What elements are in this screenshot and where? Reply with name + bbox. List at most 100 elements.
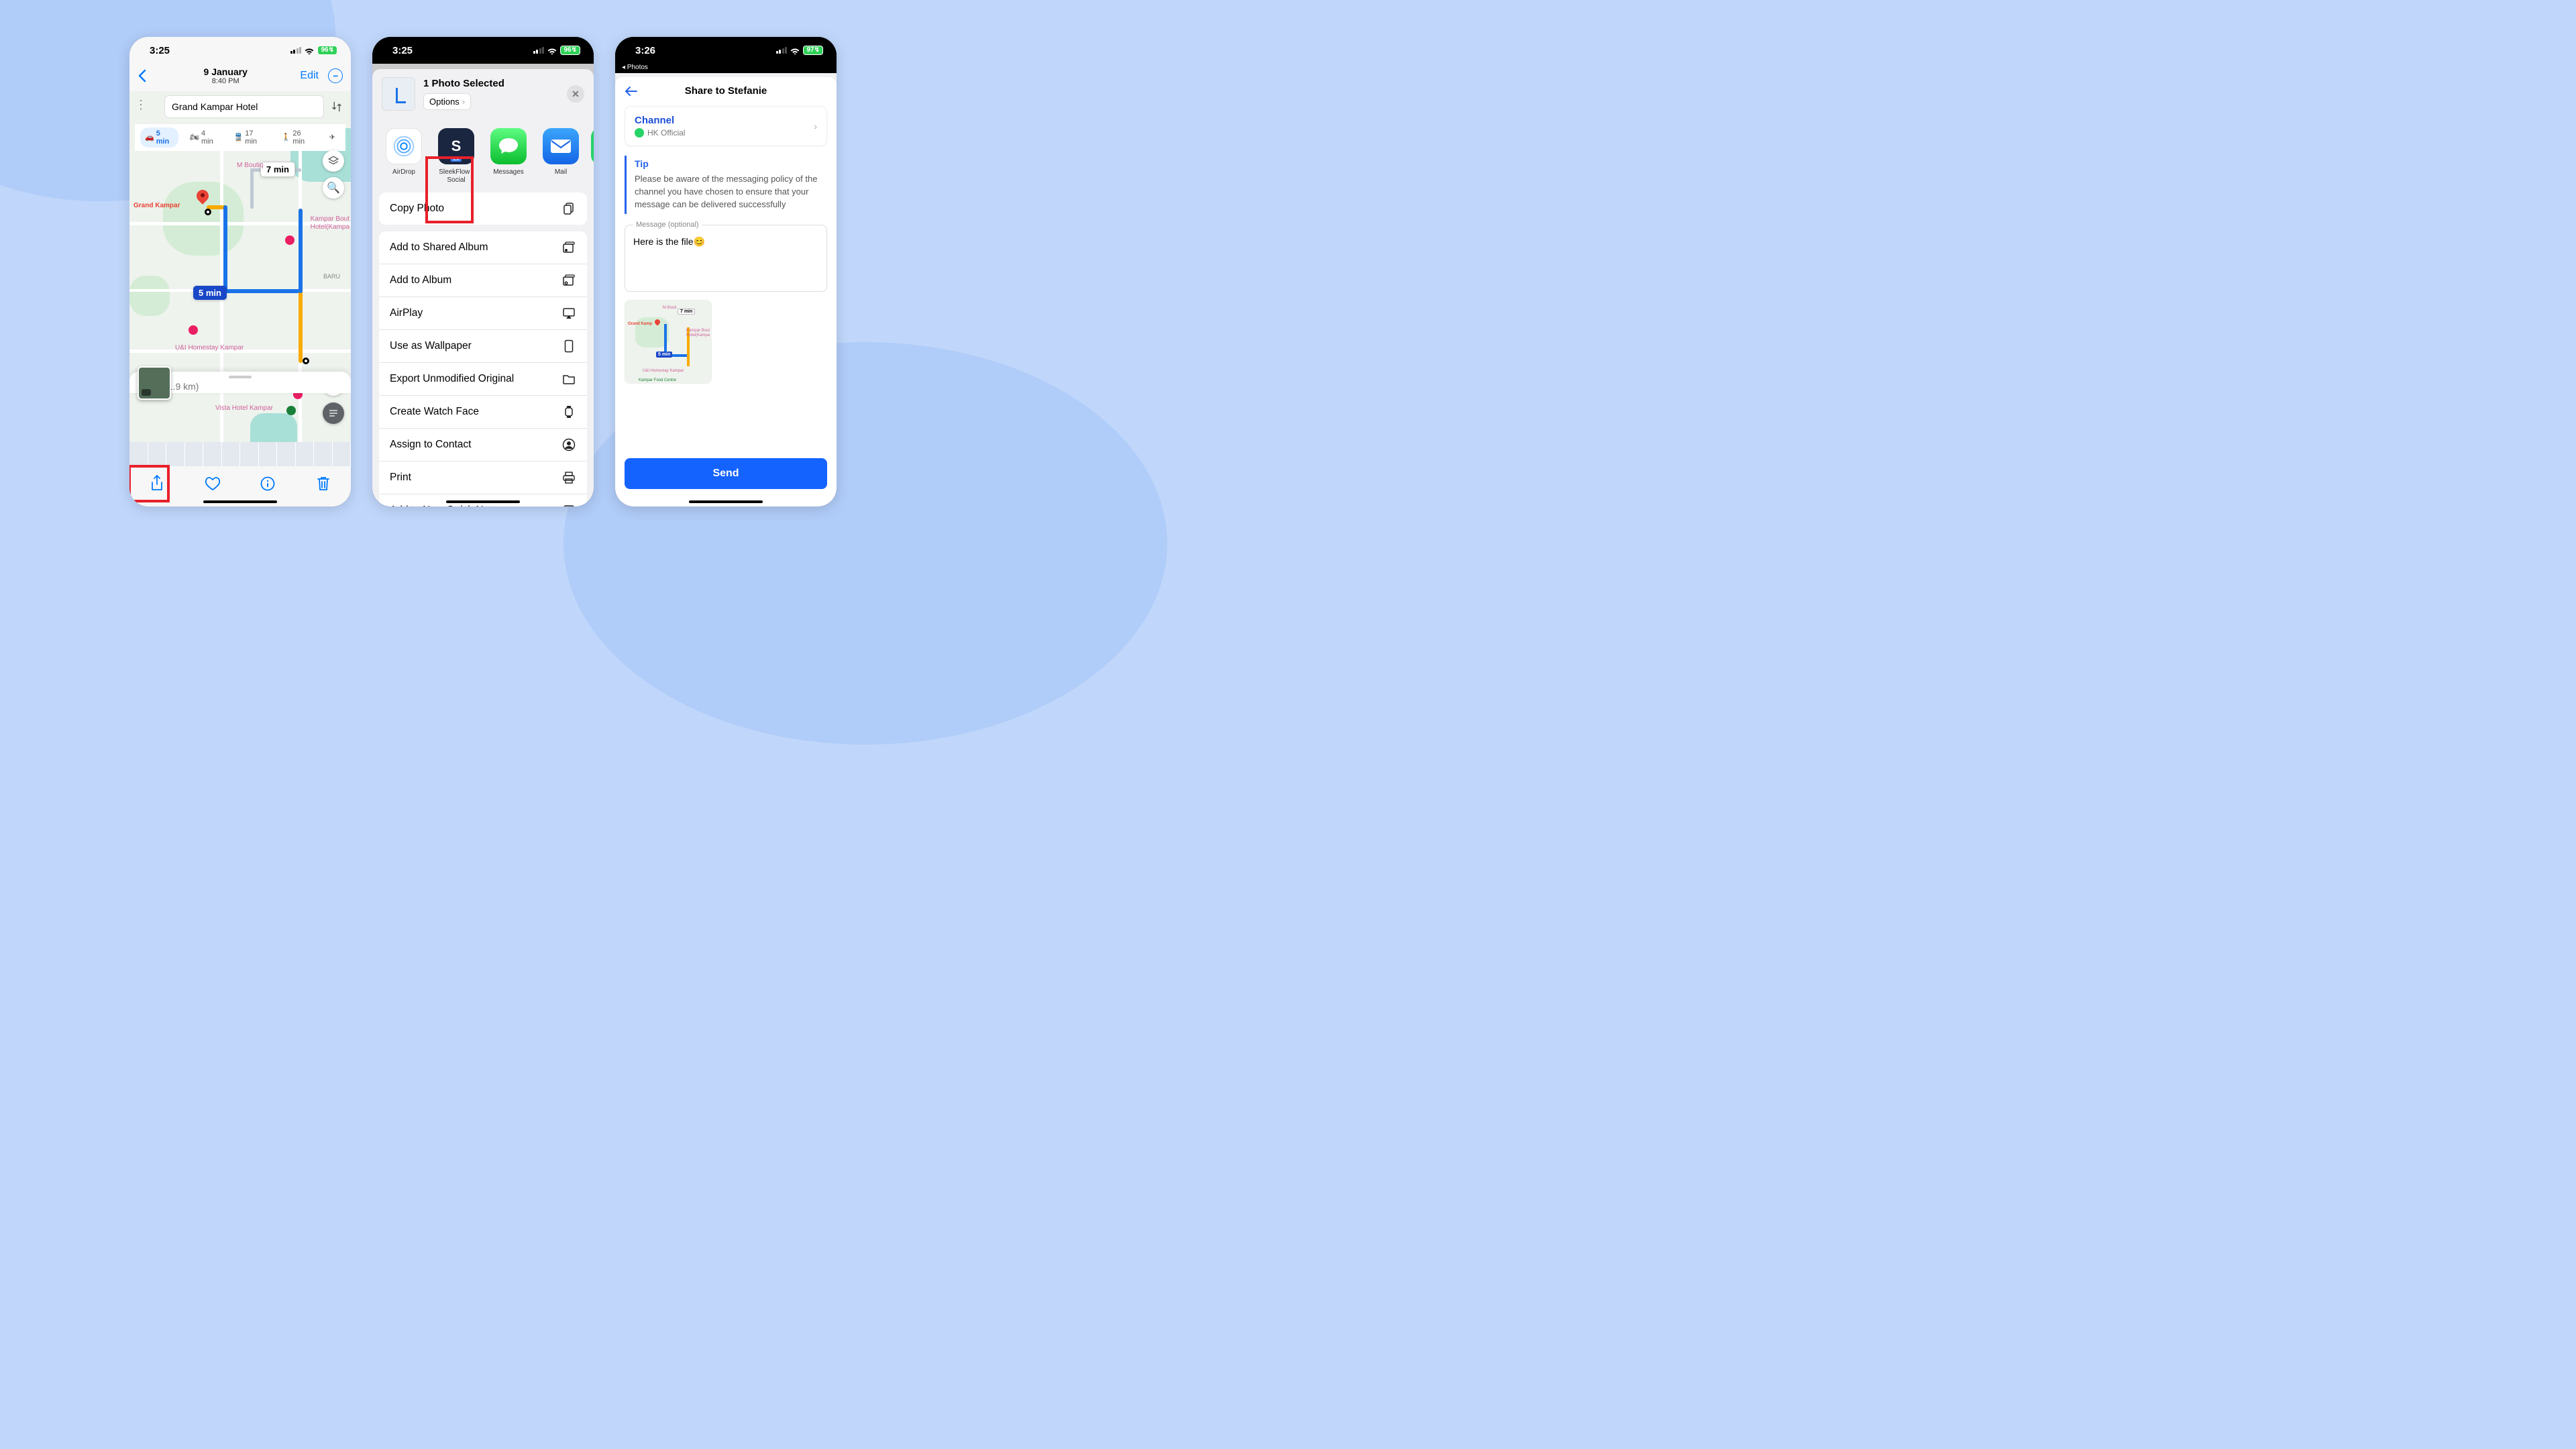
poi-dest: Grand Kampar <box>133 202 180 209</box>
action-print[interactable]: Print <box>379 462 587 494</box>
mail-icon <box>543 128 579 164</box>
home-indicator[interactable] <box>689 500 763 503</box>
message-input[interactable]: Message (optional) Here is the file😊 <box>625 225 827 292</box>
close-button[interactable]: ✕ <box>567 85 584 103</box>
share-options-button[interactable]: Options › <box>423 93 471 110</box>
share-title: 1 Photo Selected <box>423 78 559 89</box>
delete-button[interactable] <box>309 469 338 498</box>
travel-mode-row: 🚗 5 min 🏍 4 min 🚆 17 min 🚶 26 min ✈ <box>135 123 345 151</box>
poi-pin-icon <box>189 325 198 335</box>
wallpaper-icon <box>561 339 576 354</box>
info-button[interactable] <box>253 469 282 498</box>
send-button[interactable]: Send <box>625 458 827 489</box>
poi-baru: BARU <box>323 273 340 280</box>
photo-content-map[interactable]: 7 min 5 min Grand Kampar Sit Tea Ca M Bo… <box>129 91 351 447</box>
destination-input[interactable]: Grand Kampar Hotel <box>164 95 324 118</box>
layers-button[interactable] <box>323 150 344 172</box>
message-label: Message (optional) <box>633 221 702 229</box>
back-button[interactable] <box>138 69 151 83</box>
chevron-right-icon: › <box>814 121 817 131</box>
channel-selector[interactable]: Channel HK Official › <box>625 106 827 146</box>
watch-icon <box>561 405 576 419</box>
share-preview-thumbnail[interactable] <box>382 77 415 111</box>
quicknote-icon <box>561 503 576 506</box>
edit-button[interactable]: Edit <box>300 70 319 82</box>
drag-handle-icon[interactable]: ⋮ <box>135 98 147 112</box>
airplay-icon <box>561 306 576 321</box>
status-time: 3:25 <box>392 45 413 56</box>
route-main-time-bubble: 5 min <box>193 286 227 300</box>
action-copy-photo[interactable]: Copy Photo <box>379 193 587 225</box>
mode-car[interactable]: 🚗 5 min <box>140 127 178 148</box>
wifi-icon <box>547 46 557 54</box>
messages-icon <box>490 128 527 164</box>
photo-time: 8:40 PM <box>155 77 296 86</box>
highlight-sleekflow-app <box>425 156 474 223</box>
highlight-share-button <box>129 465 170 502</box>
search-map-button[interactable]: 🔍 <box>323 177 344 199</box>
whatsapp-icon <box>591 128 594 164</box>
home-indicator[interactable] <box>203 500 277 503</box>
back-to-photos[interactable]: ◂ Photos <box>615 64 837 71</box>
app-mail[interactable]: Mail <box>539 128 583 184</box>
tip-heading: Tip <box>635 158 827 169</box>
app-messages[interactable]: Messages <box>486 128 531 184</box>
swap-icon[interactable] <box>328 98 345 115</box>
share-actions-list: Copy Photo <box>379 193 587 225</box>
home-indicator[interactable] <box>446 500 520 503</box>
more-button[interactable] <box>328 68 343 83</box>
photos-header: 9 January 8:40 PM Edit <box>129 64 351 91</box>
poi-uni: U&I Homestay Kampar <box>175 344 244 352</box>
contact-icon <box>561 437 576 452</box>
action-watch-face[interactable]: Create Watch Face <box>379 396 587 429</box>
mode-walk[interactable]: 🚶 26 min <box>277 127 318 148</box>
sheet-handle-icon[interactable] <box>229 376 252 378</box>
route-alt-time-bubble: 7 min <box>260 162 295 177</box>
status-bar: 3:25 96↯ <box>129 37 351 64</box>
mode-flight[interactable]: ✈ <box>325 127 340 148</box>
export-icon <box>561 372 576 386</box>
share-actions-list-2: Add to Shared Album Add to Album AirPlay… <box>379 231 587 506</box>
battery-icon: 96↯ <box>560 46 580 55</box>
share-apps-row[interactable]: AirDrop S2.0 SleekFlow | Social Messages <box>372 119 594 193</box>
wifi-icon <box>790 46 800 54</box>
signal-icon <box>533 47 545 54</box>
favorite-button[interactable] <box>198 469 227 498</box>
photo-date: 9 January <box>155 66 296 77</box>
poi-hotel-kampar: Hotel(Kampa <box>311 223 350 231</box>
shared-album-icon <box>561 240 576 255</box>
action-wallpaper[interactable]: Use as Wallpaper <box>379 330 587 363</box>
poi-pin-icon <box>286 406 296 415</box>
poi-kampar-bout: Kampar Bout <box>311 215 350 223</box>
channel-name: HK Official <box>647 128 685 138</box>
tip-callout: Tip Please be aware of the messaging pol… <box>625 156 827 214</box>
share-sheet: 1 Photo Selected Options › ✕ AirDrop <box>372 69 594 506</box>
poi-vista: Vista Hotel Kampar <box>215 405 273 412</box>
status-time: 3:26 <box>635 45 655 56</box>
app-airdrop[interactable]: AirDrop <box>382 128 426 184</box>
whatsapp-small-icon <box>635 128 644 138</box>
mode-moto[interactable]: 🏍 4 min <box>185 127 223 148</box>
status-time: 3:25 <box>150 45 170 56</box>
app-whatsapp[interactable]: Wh <box>591 128 594 184</box>
action-export[interactable]: Export Unmodified Original <box>379 363 587 396</box>
action-airplay[interactable]: AirPlay <box>379 297 587 330</box>
poi-m-boutiq: M Boutiq <box>237 162 263 169</box>
photo-scrubber[interactable] <box>129 442 351 466</box>
action-assign-contact[interactable]: Assign to Contact <box>379 429 587 462</box>
status-bar: 3:26 97↯ <box>615 37 837 64</box>
live-photo-thumbnail[interactable] <box>138 366 171 400</box>
message-value: Here is the file😊 <box>633 236 818 248</box>
signal-icon <box>290 47 302 54</box>
battery-icon: 97↯ <box>803 46 823 55</box>
tip-body: Please be aware of the messaging policy … <box>635 173 827 211</box>
action-add-album[interactable]: Add to Album <box>379 264 587 297</box>
wifi-icon <box>304 46 315 54</box>
channel-label: Channel <box>635 115 814 126</box>
attachment-preview[interactable]: 7 min 5 min Grand Kamp Kampar Bout Hotel… <box>625 300 712 384</box>
action-shared-album[interactable]: Add to Shared Album <box>379 231 587 264</box>
page-title: Share to Stefanie <box>625 85 827 97</box>
battery-icon: 96↯ <box>317 46 337 55</box>
directions-fab[interactable] <box>323 402 344 424</box>
mode-transit[interactable]: 🚆 17 min <box>229 127 270 148</box>
